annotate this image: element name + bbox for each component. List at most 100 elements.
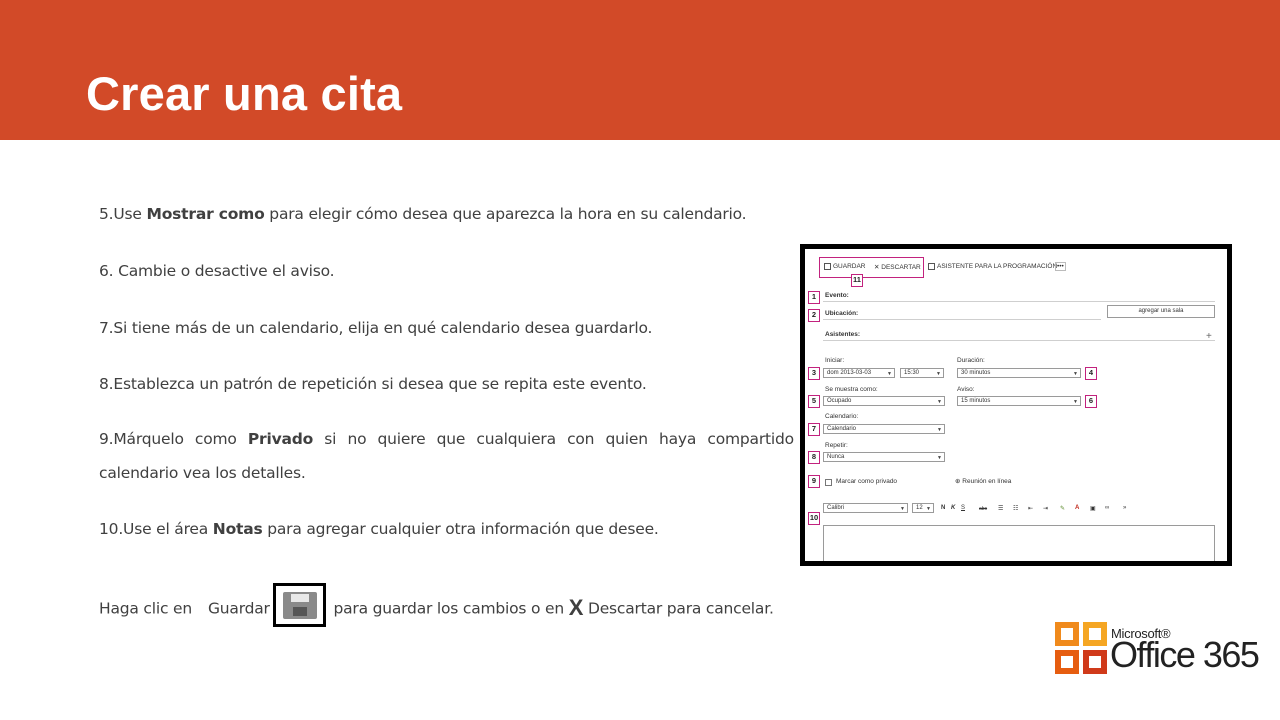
- final-text-end: Descartar para cancelar.: [587, 599, 774, 618]
- location-field[interactable]: [823, 319, 1101, 320]
- numbering-icon[interactable]: ☷: [1013, 505, 1018, 512]
- font-value: Calibri: [827, 505, 845, 511]
- reminder-label: Aviso:: [957, 386, 975, 393]
- step-9-line-2: calendario vea los detalles.: [99, 464, 306, 482]
- start-date-value: dom 2013-03-03: [827, 370, 872, 376]
- office-365-logo: Microsoft® Office 365: [1053, 620, 1273, 678]
- event-field[interactable]: [823, 301, 1215, 302]
- show-as-select[interactable]: Ocupado ▼: [823, 396, 945, 406]
- chevron-down-icon: ▼: [937, 427, 942, 433]
- assistant-label: ASISTENTE PARA LA PROGRAMACIÓN: [937, 263, 1058, 271]
- final-text-start: Haga clic en: [99, 599, 192, 618]
- notes-area[interactable]: [823, 525, 1215, 561]
- step-10-bold: Notas: [212, 520, 263, 538]
- save-disk-icon: [272, 583, 326, 627]
- badge-7: 7: [808, 423, 820, 436]
- step-9-word: 9.Márquelo: [99, 430, 184, 448]
- slide-title: Crear una cita: [86, 67, 403, 120]
- step-6: 6. Cambie o desactive el aviso.: [99, 262, 335, 280]
- badge-11: 11: [851, 274, 863, 287]
- duration-label: Duración:: [957, 357, 985, 364]
- more-format-icon[interactable]: »: [1123, 505, 1126, 511]
- font-select[interactable]: Calibri ▼: [823, 503, 908, 513]
- step-10-text: 10.Use el área: [99, 520, 213, 538]
- show-as-value: Ocupado: [827, 398, 852, 404]
- calendar-label: Calendario:: [825, 413, 859, 420]
- attendees-field[interactable]: [823, 340, 1215, 341]
- reminder-select[interactable]: 15 minutos ▼: [957, 396, 1081, 406]
- step-9-word: compartido: [707, 430, 794, 448]
- start-time-select[interactable]: 15:30 ▼: [900, 368, 944, 378]
- outlook-appointment-screenshot: GUARDAR ✕ DESCARTAR ASISTENTE PARA LA PR…: [800, 244, 1232, 566]
- outdent-icon[interactable]: ⇤: [1028, 505, 1033, 512]
- step-5-text: 5.Use: [99, 205, 147, 223]
- badge-3: 3: [808, 367, 820, 380]
- font-size-select[interactable]: 12 ▼: [912, 503, 934, 513]
- start-date-select[interactable]: dom 2013-03-03 ▼: [823, 368, 895, 378]
- final-text-mid: para guardar los cambios o en: [333, 599, 564, 618]
- step-7: 7.Si tiene más de un calendario, elija e…: [99, 319, 653, 337]
- chevron-down-icon: ▼: [1073, 371, 1078, 377]
- add-room-button[interactable]: agregar una sala: [1107, 305, 1215, 318]
- bullets-icon[interactable]: ☰: [998, 505, 1003, 512]
- insert-picture-icon[interactable]: ▣: [1090, 505, 1096, 512]
- duration-select[interactable]: 30 minutos ▼: [957, 368, 1081, 378]
- step-10-text-end: para agregar cualquier otra información …: [262, 520, 659, 538]
- start-label: Iniciar:: [825, 357, 845, 364]
- online-meeting-toggle[interactable]: ⊕ Reunión en línea: [955, 477, 1011, 485]
- duration-value: 30 minutos: [961, 370, 991, 376]
- private-checkbox[interactable]: [825, 479, 832, 486]
- indent-icon[interactable]: ⇥: [1043, 505, 1048, 512]
- underline-button[interactable]: S: [961, 505, 965, 511]
- office-logo-icon: [1055, 622, 1107, 674]
- step-9-word: haya: [659, 430, 697, 448]
- repeat-select[interactable]: Nunca ▼: [823, 452, 945, 462]
- save-label: GUARDAR: [833, 263, 866, 271]
- guardar-word: Guardar: [207, 599, 270, 618]
- chevron-down-icon: ▼: [900, 506, 905, 512]
- step-9-word: que: [436, 430, 466, 448]
- font-color-icon[interactable]: A: [1075, 505, 1079, 511]
- reminder-value: 15 minutos: [961, 398, 991, 404]
- repeat-value: Nunca: [827, 454, 845, 460]
- step-9-word: con: [567, 430, 595, 448]
- chevron-down-icon: ▼: [936, 371, 941, 377]
- save-toolbar-button[interactable]: GUARDAR: [824, 263, 866, 270]
- highlight-icon[interactable]: ✎: [1060, 505, 1065, 512]
- step-8: 8.Establezca un patrón de repetición si …: [99, 375, 647, 393]
- step-5-text-end: para elegir cómo desea que aparezca la h…: [264, 205, 747, 223]
- save-icon: [824, 263, 831, 270]
- discard-label: DESCARTAR: [881, 264, 921, 271]
- chevron-down-icon: ▼: [887, 371, 892, 377]
- chevron-down-icon: ▼: [937, 455, 942, 461]
- final-instruction: Haga clic en Guardar para guardar los cam…: [99, 583, 774, 631]
- calendar-value: Calendario: [827, 426, 857, 432]
- font-size-value: 12: [916, 505, 923, 511]
- step-9-word: quiere: [377, 430, 426, 448]
- attendees-label: Asistentes:: [825, 331, 861, 338]
- badge-4: 4: [1085, 367, 1097, 380]
- italic-button[interactable]: K: [951, 505, 955, 511]
- calendar-select[interactable]: Calendario ▼: [823, 424, 945, 434]
- office-365-wordmark: Office 365: [1110, 634, 1260, 675]
- link-icon[interactable]: ∞: [1105, 505, 1109, 511]
- scheduling-assistant-button[interactable]: ASISTENTE PARA LA PROGRAMACIÓN: [928, 263, 1057, 270]
- location-label: Ubicación:: [825, 310, 859, 317]
- badge-1: 1: [808, 291, 820, 304]
- chevron-down-icon: ▼: [926, 506, 931, 512]
- more-options-button[interactable]: •••: [1055, 262, 1066, 271]
- step-9-word: quien: [605, 430, 648, 448]
- chevron-down-icon: ▼: [1073, 399, 1078, 405]
- bold-button[interactable]: N: [941, 505, 945, 511]
- private-label: Marcar como privado: [836, 478, 898, 485]
- close-x-icon: X: [568, 594, 584, 620]
- show-as-label: Se muestra como:: [825, 386, 878, 393]
- step-5-bold: Mostrar como: [146, 205, 265, 223]
- badge-8: 8: [808, 451, 820, 464]
- badge-5: 5: [808, 395, 820, 408]
- discard-toolbar-button[interactable]: ✕ DESCARTAR: [874, 263, 921, 271]
- strikethrough-button[interactable]: abc: [979, 506, 987, 512]
- step-5: 5.Use Mostrar como para elegir cómo dese…: [99, 205, 747, 223]
- step-9-line-1: 9.Márquelo como Privado si no quiere que…: [99, 430, 794, 448]
- badge-2: 2: [808, 309, 820, 322]
